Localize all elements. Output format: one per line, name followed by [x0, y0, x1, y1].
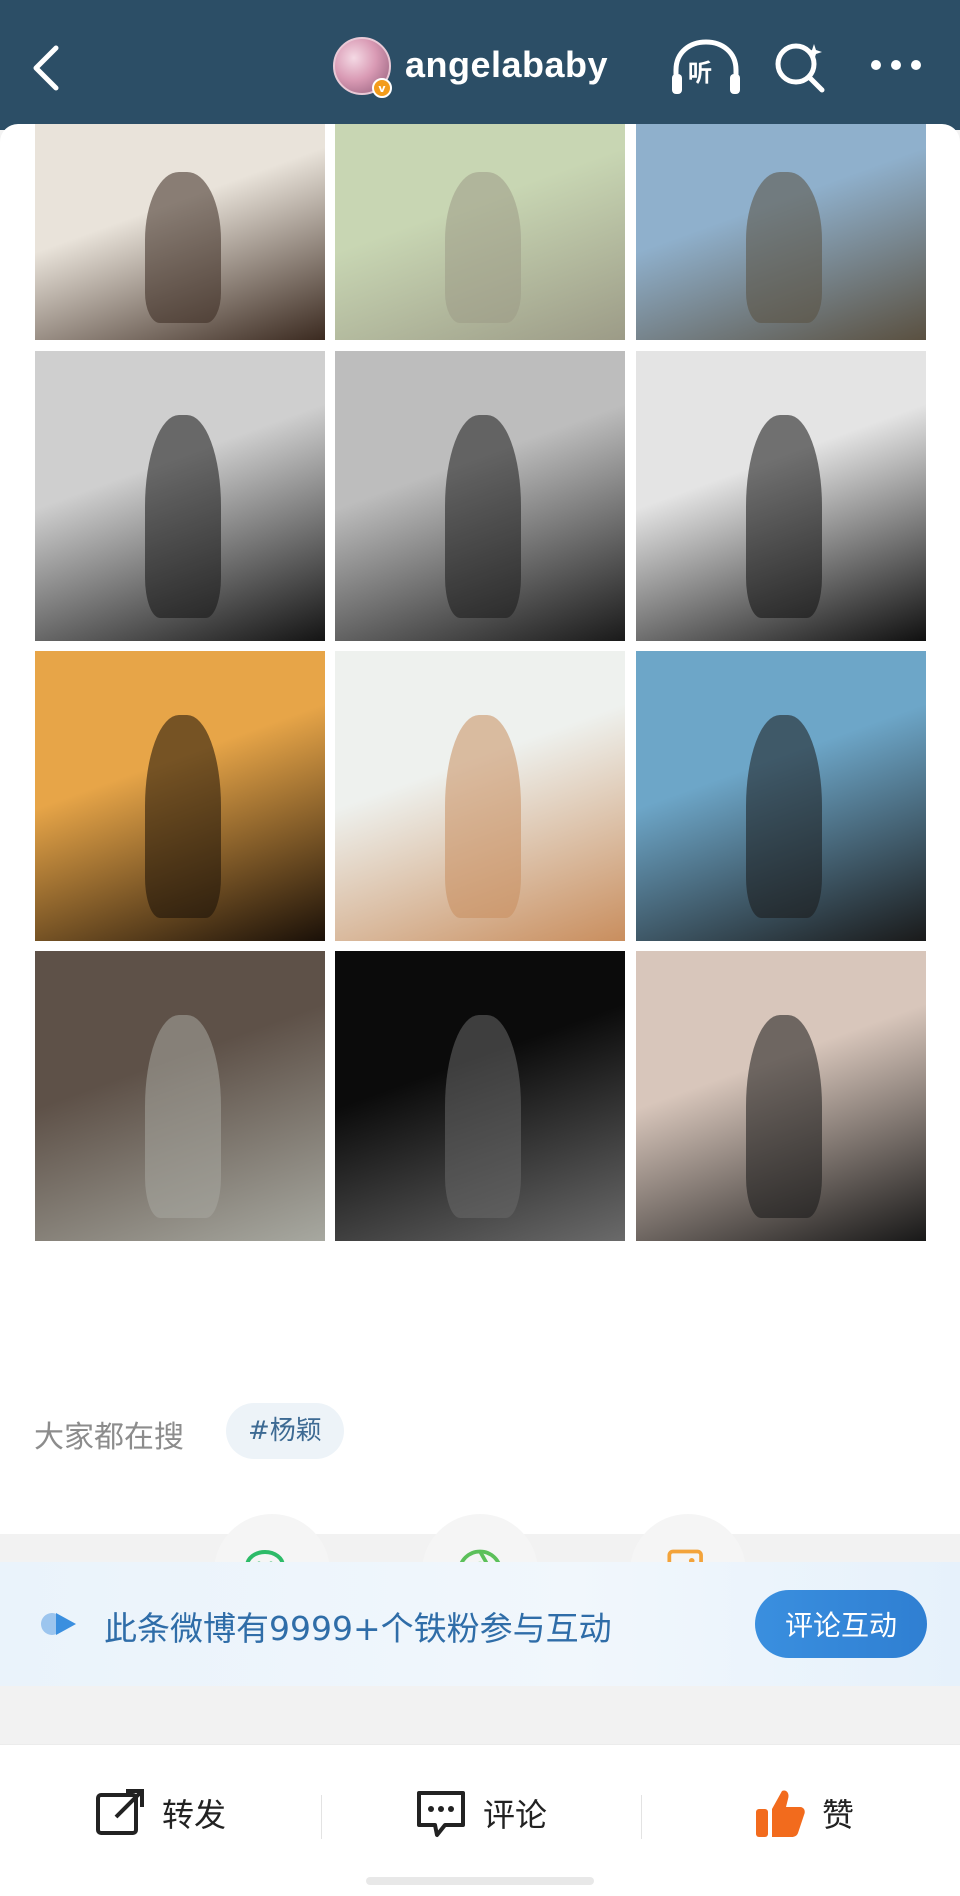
photo-closeup-eyes[interactable]: [636, 951, 926, 1241]
photo-bw-portrait-chair[interactable]: [35, 351, 325, 641]
verified-badge: v: [372, 78, 392, 98]
username[interactable]: angelababy: [405, 44, 608, 86]
trending-label: 大家都在搜: [34, 1420, 184, 1455]
photo-subject: [746, 1014, 822, 1218]
photo-soft-portrait[interactable]: [335, 651, 625, 941]
bottom-action-bar: 转发 评论 赞: [0, 1744, 960, 1896]
divider: [321, 1795, 322, 1839]
fans-interaction-text: 此条微博有9999+个铁粉参与互动: [104, 1609, 612, 1648]
post-card: 大家都在搜 #杨颖: [0, 124, 960, 1630]
photo-yellow-wall-gown[interactable]: [35, 651, 325, 941]
photo-stage-spotlight[interactable]: [335, 951, 625, 1241]
trending-tag[interactable]: #杨颖: [226, 1403, 344, 1459]
photo-table-window[interactable]: [636, 124, 926, 340]
like-button[interactable]: 赞: [752, 1783, 854, 1843]
photo-park-walk[interactable]: [335, 124, 625, 340]
photo-subject: [746, 414, 822, 618]
photo-subject: [145, 414, 221, 618]
more-icon: [871, 60, 921, 70]
repost-label: 转发: [162, 1796, 227, 1834]
photo-staircase-gown[interactable]: [35, 951, 325, 1241]
photo-subject: [445, 714, 521, 918]
photo-subject: [445, 414, 521, 618]
back-arrow-icon: [33, 45, 59, 91]
listen-button[interactable]: 听: [668, 36, 744, 98]
photo-subject: [145, 171, 221, 323]
fans-interaction-banner: 此条微博有9999+个铁粉参与互动 评论互动: [0, 1562, 960, 1686]
repost-icon: [96, 1789, 144, 1835]
photo-subject: [445, 1014, 521, 1218]
photo-river-hat[interactable]: [636, 651, 926, 941]
top-nav-bar: v angelababy 听: [0, 0, 960, 130]
fans-icon: [41, 1613, 76, 1635]
photo-bw-reading[interactable]: [335, 351, 625, 641]
photo-cafe-interior[interactable]: [35, 124, 325, 340]
home-indicator: [366, 1877, 594, 1885]
comment-label: 评论: [483, 1796, 548, 1834]
repost-button[interactable]: 转发: [92, 1783, 226, 1843]
thumbs-up-icon: [756, 1790, 805, 1837]
comment-icon: [417, 1791, 465, 1837]
search-button[interactable]: [770, 36, 830, 96]
search-icon: [775, 43, 825, 93]
comment-button[interactable]: 评论: [413, 1783, 547, 1843]
photo-subject: [145, 714, 221, 918]
photo-subject: [746, 714, 822, 918]
listen-label: 听: [688, 59, 712, 87]
more-button[interactable]: [866, 40, 926, 90]
like-label: 赞: [822, 1796, 855, 1834]
photo-subject: [145, 1014, 221, 1218]
photo-subject: [445, 171, 521, 323]
comment-interact-button[interactable]: 评论互动: [755, 1590, 927, 1658]
photo-subject: [746, 171, 822, 323]
photo-bw-graffiti[interactable]: [636, 351, 926, 641]
divider: [641, 1795, 642, 1839]
back-button[interactable]: [26, 38, 66, 98]
